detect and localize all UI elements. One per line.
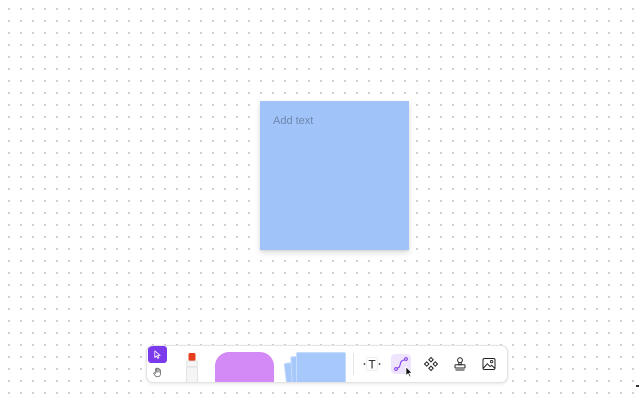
toolbar-divider (353, 353, 354, 375)
component-icon (423, 356, 439, 372)
marker-icon (185, 353, 199, 382)
component-tool-button[interactable] (421, 354, 441, 374)
mode-switcher (147, 346, 168, 382)
text-tool-button[interactable]: T (362, 354, 382, 374)
edge-mark (636, 385, 639, 387)
cursor-arrow-icon (154, 350, 161, 359)
sticky-note-placeholder[interactable]: Add text (273, 115, 313, 127)
select-mode-button[interactable] (148, 346, 167, 363)
image-tool-button[interactable] (479, 354, 499, 374)
stamp-tool-button[interactable] (450, 354, 470, 374)
text-icon: T (363, 357, 381, 372)
whiteboard-canvas[interactable]: Add text (0, 0, 640, 400)
shapes-tool[interactable] (215, 352, 274, 382)
sticky-note[interactable]: Add text (260, 101, 409, 250)
marker-tool[interactable] (183, 352, 201, 382)
sticky-notes-tool[interactable] (282, 351, 348, 382)
svg-text:T: T (368, 358, 376, 372)
hand-icon (153, 367, 161, 378)
sticky-note-layer (296, 352, 346, 382)
hand-mode-button[interactable] (148, 364, 167, 381)
image-icon (482, 358, 496, 370)
stamp-icon (454, 357, 466, 371)
bottom-toolbar: T (146, 345, 508, 383)
mouse-pointer-icon (405, 366, 413, 378)
